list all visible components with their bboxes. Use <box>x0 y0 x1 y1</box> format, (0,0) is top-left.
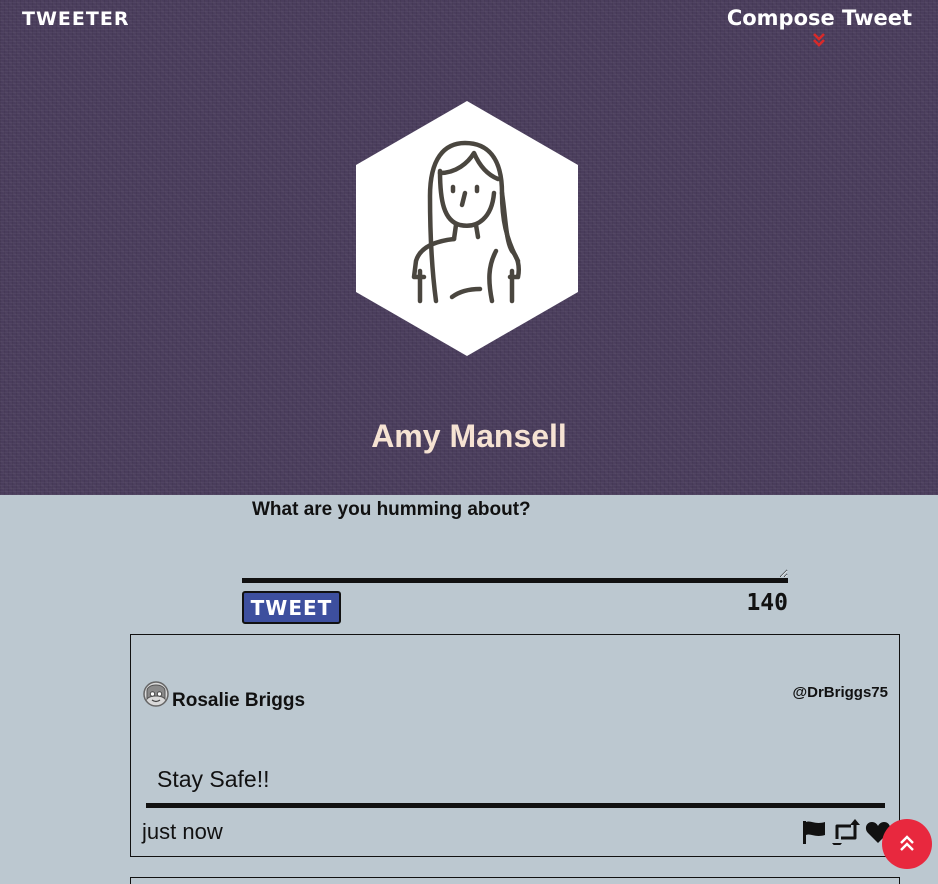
tweet-button[interactable]: TWEET <box>242 591 341 624</box>
profile-name: Amy Mansell <box>371 418 567 454</box>
character-counter: 140 <box>746 590 788 616</box>
woman-avatar-icon <box>356 101 578 356</box>
double-chevron-down-icon[interactable] <box>811 32 827 48</box>
brand-logo[interactable]: TWEETER <box>22 8 129 30</box>
tweet-textarea[interactable] <box>242 528 788 583</box>
compose-tweet-label[interactable]: Compose Tweet <box>727 6 912 30</box>
profile-header: TWEETER Compose Tweet Amy Mansell <box>0 0 938 495</box>
user-avatar-icon <box>143 681 169 707</box>
tweet-author-name: Rosalie Briggs <box>172 690 306 711</box>
retweet-icon[interactable] <box>831 819 861 845</box>
tweet-card: Rosalie Briggs @DrBriggs75 Stay Safe!! j… <box>130 634 900 857</box>
tweet-text: Stay Safe!! <box>157 766 270 792</box>
flag-icon[interactable] <box>801 819 827 845</box>
tweet-actions <box>801 819 891 845</box>
double-chevron-up-icon <box>900 835 914 851</box>
tweet-card <box>130 877 900 884</box>
tweet-author-handle: @DrBriggs75 <box>792 684 889 701</box>
tweet-timestamp: just now <box>142 819 223 844</box>
tweet-divider <box>146 803 885 808</box>
compose-prompt: What are you humming about? <box>252 499 531 520</box>
scroll-top-button[interactable] <box>882 819 932 869</box>
compose-tweet-toggle[interactable]: Compose Tweet <box>727 6 912 48</box>
